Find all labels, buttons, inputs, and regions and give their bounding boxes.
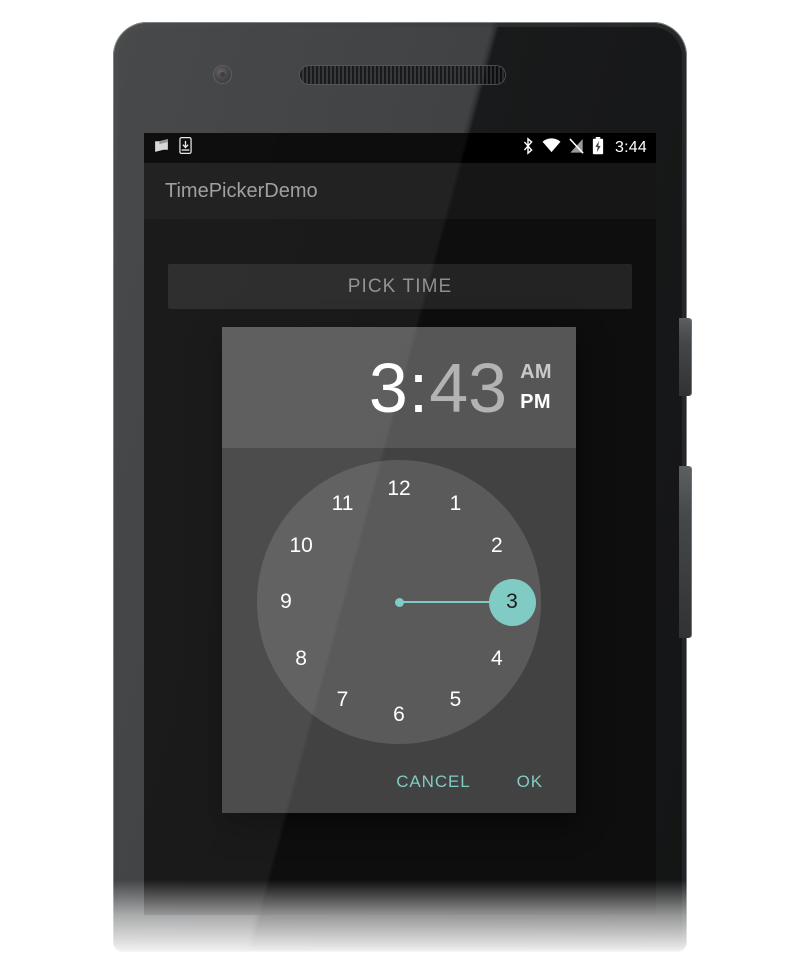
status-bar-right-icons: 3:44 [522, 136, 647, 160]
clock-number-8[interactable]: 8 [283, 641, 319, 677]
clock-face-container: 3 121234567891011 [222, 448, 576, 748]
clock-number-7[interactable]: 7 [325, 682, 361, 718]
volume-rocker-button[interactable] [679, 466, 691, 638]
earpiece-speaker-icon [300, 66, 505, 84]
clock-number-6[interactable]: 6 [381, 697, 417, 733]
clock-number-2[interactable]: 2 [479, 528, 515, 564]
download-to-device-icon [179, 137, 192, 159]
ampm-toggle: AM PM [520, 361, 552, 414]
clock-number-9[interactable]: 9 [268, 584, 304, 620]
android-n-icon [153, 137, 170, 159]
cellular-signal-off-icon [569, 137, 584, 159]
clock-selector-handle[interactable]: 3 [488, 578, 536, 626]
app-bar: TimePickerDemo [144, 163, 656, 219]
status-bar: 3:44 [144, 133, 656, 163]
clock-face[interactable]: 3 121234567891011 [257, 460, 541, 744]
bluetooth-icon [522, 136, 534, 160]
dialog-actions: CANCEL OK [222, 751, 576, 813]
time-display: 3 : 43 [369, 353, 507, 423]
clock-number-5[interactable]: 5 [438, 682, 474, 718]
clock-number-10[interactable]: 10 [283, 528, 319, 564]
cancel-button[interactable]: CANCEL [386, 764, 480, 800]
clock-number-1[interactable]: 1 [438, 486, 474, 522]
clock-number-12[interactable]: 12 [381, 471, 417, 507]
minute-value[interactable]: 43 [429, 353, 507, 423]
hour-value[interactable]: 3 [369, 353, 408, 423]
am-option[interactable]: AM [520, 361, 552, 384]
pick-time-button[interactable]: PICK TIME [168, 264, 632, 309]
clock-number-11[interactable]: 11 [325, 486, 361, 522]
clock-number-4[interactable]: 4 [479, 641, 515, 677]
battery-charging-icon [592, 136, 604, 160]
wifi-icon [542, 138, 561, 158]
status-bar-left-icons [153, 137, 192, 159]
phone-screen: 3:44 TimePickerDemo PICK TIME Picked tim… [144, 133, 656, 915]
screenshot-stage: 3:44 TimePickerDemo PICK TIME Picked tim… [0, 0, 800, 980]
power-button[interactable] [679, 318, 691, 396]
status-bar-clock: 3:44 [615, 139, 647, 156]
time-picker-header: 3 : 43 AM PM [222, 327, 576, 448]
clock-center-dot [394, 597, 404, 607]
ok-button[interactable]: OK [507, 764, 553, 800]
pm-option[interactable]: PM [520, 391, 552, 414]
page-title: TimePickerDemo [165, 179, 318, 202]
time-picker-dialog: 3 : 43 AM PM 3 12 12 3 45678 9 1011 CANCEL [222, 327, 576, 813]
time-separator: : [408, 348, 429, 427]
front-camera-icon [214, 66, 231, 83]
